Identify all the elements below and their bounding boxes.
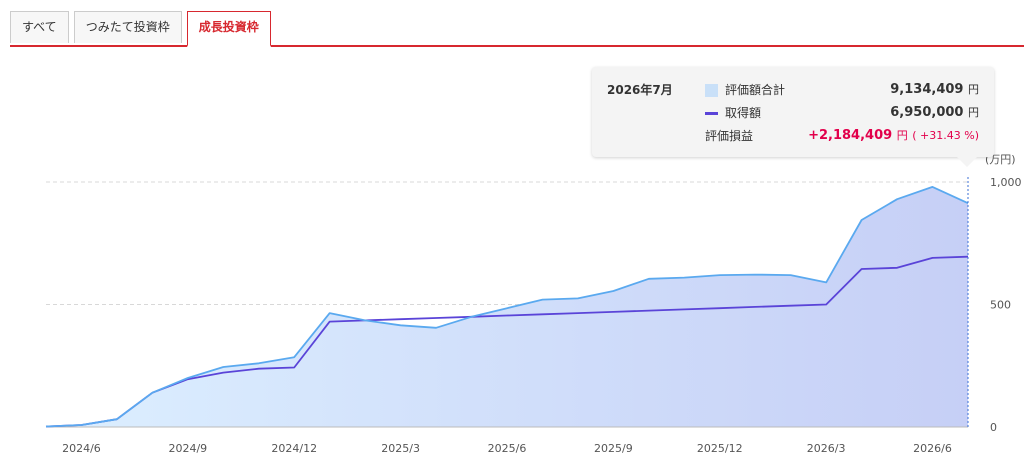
tooltip-profit-value: +2,184,409 円 ( +31.43 %) — [808, 128, 979, 143]
tooltip-label: 取得額 — [725, 106, 762, 120]
y-tick-label: 500 — [990, 299, 1011, 312]
x-tick-label: 2024/12 — [271, 442, 317, 455]
x-tick-label: 2025/6 — [488, 442, 527, 455]
x-tick-label: 2026/6 — [913, 442, 952, 455]
tooltip-value: 6,950,000 円 — [890, 105, 979, 120]
acquisition-legend-icon — [705, 112, 718, 115]
tooltip-label: 評価額合計 — [725, 83, 786, 97]
tooltip-date: 2026年7月 — [607, 83, 673, 97]
y-tick-label: 0 — [990, 421, 997, 434]
tooltip-value: 9,134,409 円 — [890, 82, 979, 97]
tooltip-row-valuation: 評価額合計 9,134,409 円 — [705, 80, 979, 100]
tooltip-row-profit: 評価損益 +2,184,409 円 ( +31.43 %) — [705, 126, 979, 146]
y-tick-label: 1,000 — [990, 176, 1022, 189]
x-tick-label: 2025/3 — [381, 442, 420, 455]
x-tick-label: 2024/9 — [168, 442, 207, 455]
x-tick-label: 2025/9 — [594, 442, 633, 455]
tooltip-label: 評価損益 — [705, 129, 754, 143]
tooltip-row-acquisition: 取得額 6,950,000 円 — [705, 103, 979, 123]
x-tick-label: 2024/6 — [62, 442, 101, 455]
x-tick-label: 2025/12 — [697, 442, 743, 455]
chart-tooltip: 2026年7月 評価額合計 9,134,409 円 取得額 6,950,000 … — [592, 67, 994, 167]
valuation-legend-icon — [705, 84, 718, 97]
x-tick-label: 2026/3 — [807, 442, 846, 455]
valuation-area — [46, 186, 968, 427]
